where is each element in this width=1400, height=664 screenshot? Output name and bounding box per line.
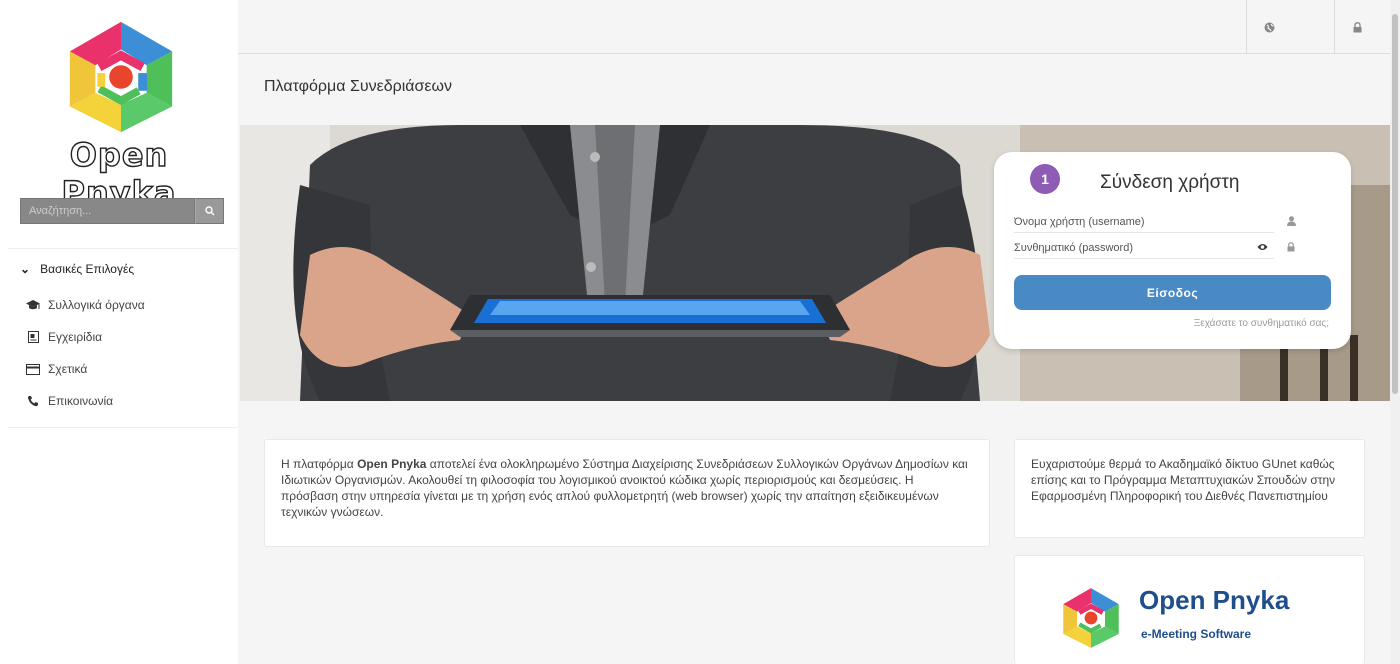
lock-icon (1287, 242, 1295, 255)
username-field (1014, 211, 1274, 233)
main-menu: ⌄ Βασικές Επιλογές Συλλογικά όργανα Εγχε… (8, 248, 238, 428)
username-input[interactable] (1014, 215, 1274, 228)
graduation-cap-icon (26, 299, 40, 311)
sidebar-item-committees[interactable]: Συλλογικά όργανα (8, 289, 238, 321)
phone-icon (26, 395, 40, 407)
language-button[interactable] (1246, 0, 1292, 54)
login-card: 1 Σύνδεση χρήστη Είσοδος Ξεχάσατε το συν… (994, 152, 1351, 349)
menu-title: Βασικές Επιλογές (40, 262, 135, 276)
sidebar-item-label: Σχετικά (48, 362, 88, 376)
login-title: Σύνδεση χρήστη (1100, 172, 1240, 193)
sidebar-item-manuals[interactable]: Εγχειρίδια (8, 321, 238, 353)
page-scrollbar[interactable] (1390, 0, 1400, 664)
top-bar (238, 0, 1390, 54)
sidebar-item-label: Επικοινωνία (48, 394, 114, 408)
brand-card-name: Open Pnyka (1139, 585, 1290, 615)
chevron-down-icon: ⌄ (20, 262, 31, 276)
about-text: Η πλατφόρμα Open Pnyka αποτελεί ένα ολοκ… (281, 457, 968, 519)
menu-header[interactable]: ⌄ Βασικές Επιλογές (8, 249, 238, 289)
sidebar: Open Pnyka ⌄ Βασικές Επιλογές Συλλογικά … (0, 0, 238, 664)
globe-icon (1264, 22, 1275, 32)
about-card: Η πλατφόρμα Open Pnyka αποτελεί ένα ολοκ… (264, 439, 990, 547)
acknowledgements-card: Ευχαριστούμε θερμά το Ακαδημαϊκό δίκτυο … (1014, 439, 1365, 538)
open-pnyka-logo (1063, 588, 1119, 648)
search-box (20, 198, 224, 224)
document-icon (26, 331, 40, 343)
password-input[interactable] (1014, 241, 1274, 254)
acknowledgements-text: Ευχαριστούμε θερμά το Ακαδημαϊκό δίκτυο … (1031, 457, 1336, 503)
sidebar-item-contact[interactable]: Επικοινωνία (8, 385, 238, 417)
password-field (1014, 237, 1274, 259)
open-pnyka-logo[interactable] (62, 18, 180, 136)
sidebar-item-label: Εγχειρίδια (48, 330, 103, 344)
card-icon (26, 363, 40, 375)
brand-card: Open Pnyka e-Meeting Software (1014, 555, 1365, 664)
search-icon (204, 206, 214, 216)
sidebar-item-label: Συλλογικά όργανα (48, 298, 145, 312)
forgot-password-link[interactable]: Ξεχάσατε το συνθηματικό σας; (1194, 318, 1329, 329)
step-badge: 1 (1030, 164, 1060, 194)
login-submit-button[interactable]: Είσοδος (1014, 275, 1331, 310)
search-input[interactable] (20, 198, 195, 224)
page-title: Πλατφόρμα Συνεδριάσεων (264, 78, 453, 95)
search-button[interactable] (195, 198, 224, 224)
brand-card-subtitle: e-Meeting Software (1141, 627, 1252, 641)
scrollbar-thumb[interactable] (1392, 14, 1398, 394)
show-password-eye-icon[interactable] (1257, 243, 1268, 254)
sidebar-item-about[interactable]: Σχετικά (8, 353, 238, 385)
about-brand: Open Pnyka (357, 457, 427, 471)
user-icon (1287, 216, 1296, 229)
login-lock-button[interactable] (1334, 0, 1380, 54)
lock-icon (1353, 21, 1362, 32)
